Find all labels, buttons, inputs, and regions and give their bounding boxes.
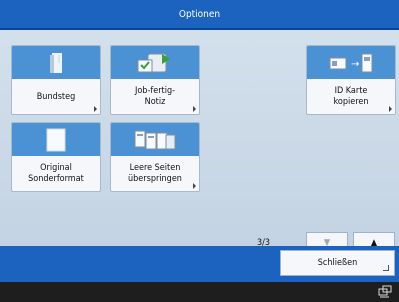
margin-book-icon: [12, 46, 100, 79]
tile-bundsteg[interactable]: Bundsteg: [11, 45, 101, 115]
screen: Optionen Bundsteg Job-fertig- Notiz → ID…: [0, 0, 399, 282]
svg-text:→: →: [351, 59, 359, 70]
window-title: Optionen: [0, 0, 399, 30]
close-button[interactable]: Schließen: [280, 250, 395, 276]
more-arrow-icon: [94, 106, 97, 112]
tile-original-sonderformat[interactable]: Original Sonderformat: [11, 122, 101, 192]
status-bar: [0, 282, 399, 302]
id-card-copy-icon: →: [307, 46, 395, 79]
tile-job-fertig-notiz[interactable]: Job-fertig- Notiz: [110, 45, 200, 115]
tile-label: Job-fertig- Notiz: [134, 86, 176, 107]
close-button-label: Schließen: [317, 258, 358, 268]
tile-leere-seiten-ueberspringen[interactable]: Leere Seiten überspringen: [110, 122, 200, 192]
corner-icon: [383, 265, 389, 271]
tile-id-karte-kopieren[interactable]: → ID Karte kopieren: [306, 45, 396, 115]
job-notice-icon: [111, 46, 199, 79]
more-arrow-icon: [193, 106, 196, 112]
blank-page-icon: [12, 123, 100, 156]
skip-blank-pages-icon: [111, 123, 199, 156]
tile-label: ID Karte kopieren: [333, 86, 369, 107]
tile-label: Leere Seiten überspringen: [128, 163, 182, 184]
options-panel: Bundsteg Job-fertig- Notiz → ID Karte ko…: [0, 30, 399, 254]
more-arrow-icon: [193, 183, 196, 189]
tile-label: Bundsteg: [36, 91, 76, 102]
device-status-icon: [378, 285, 392, 298]
tile-label: Original Sonderformat: [28, 163, 84, 184]
more-arrow-icon: [389, 106, 392, 112]
